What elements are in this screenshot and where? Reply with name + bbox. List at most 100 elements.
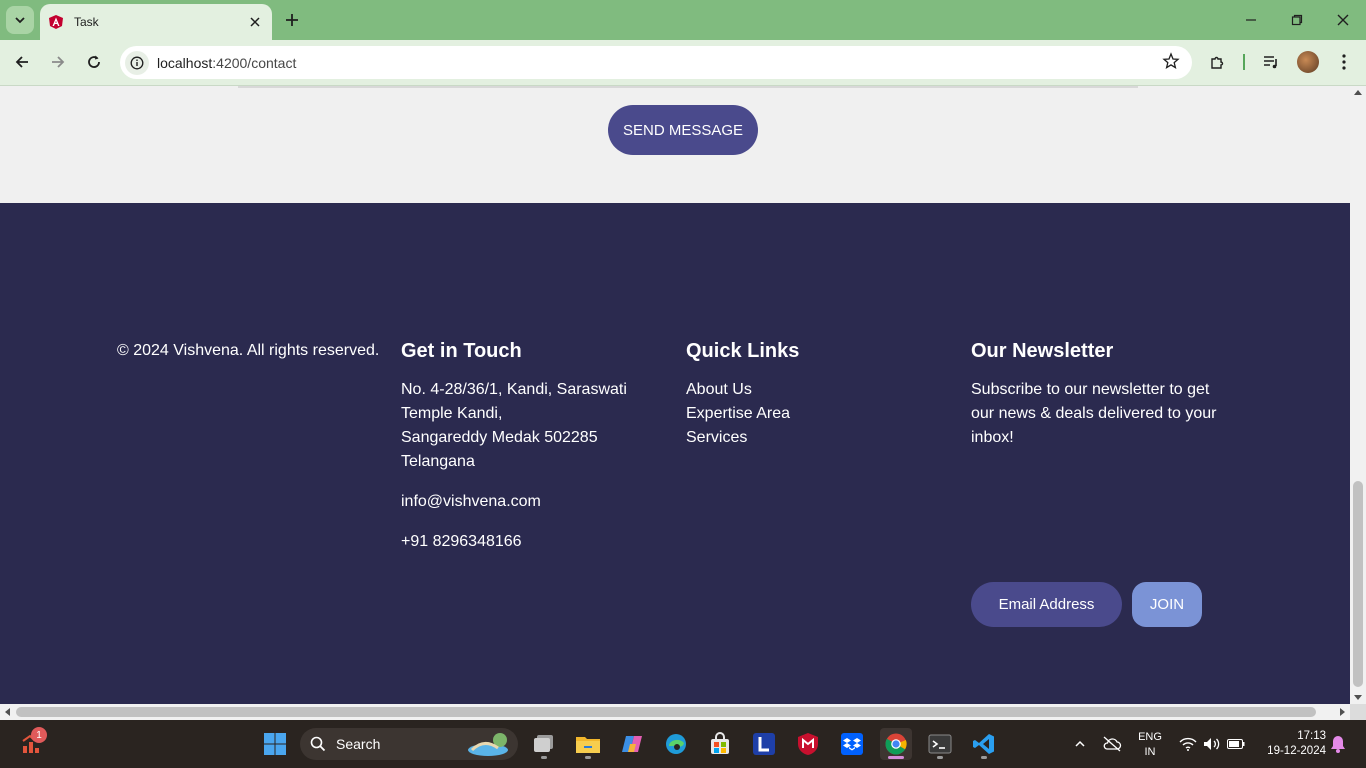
speaker-icon <box>1204 738 1220 750</box>
address-bar[interactable]: localhost:4200/contact <box>120 46 1192 79</box>
arrow-right-icon <box>52 56 65 68</box>
scroll-right-arrow-icon[interactable] <box>1340 708 1345 716</box>
scroll-left-arrow-icon[interactable] <box>5 708 10 716</box>
notification-center-button[interactable] <box>1326 728 1350 760</box>
taskbar-vscode[interactable] <box>968 728 1000 760</box>
site-footer: © 2024 Vishvena. All rights reserved. Ge… <box>0 203 1350 704</box>
taskbar-l-app[interactable] <box>748 728 780 760</box>
newsletter-form: Email Address JOIN <box>971 582 1202 627</box>
search-icon <box>310 736 326 752</box>
contact-form-section: SEND MESSAGE <box>0 86 1350 203</box>
windows-logo-icon <box>264 733 286 755</box>
tray-battery[interactable] <box>1220 728 1252 760</box>
clock-time: 17:13 <box>1297 730 1326 742</box>
contact-heading: Get in Touch <box>401 340 522 362</box>
plus-icon <box>286 14 298 26</box>
clock[interactable]: 17:13 19-12-2024 <box>1256 729 1326 759</box>
browser-tab[interactable]: Task <box>40 4 272 40</box>
taskbar-search[interactable]: Search <box>300 728 518 760</box>
newsletter-email-input[interactable]: Email Address <box>971 582 1122 627</box>
address-line: Sangareddy Medak 502285 <box>401 429 598 446</box>
restore-icon <box>1291 14 1303 26</box>
search-label: Search <box>336 736 381 752</box>
reload-button[interactable] <box>80 48 108 76</box>
tab-title: Task <box>74 15 99 29</box>
horizontal-scrollbar[interactable] <box>0 704 1350 720</box>
mcafee-shield-icon <box>798 733 818 755</box>
running-indicator <box>937 756 943 759</box>
contact-phone[interactable]: +91 8296348166 <box>401 530 641 554</box>
newsletter-heading: Our Newsletter <box>971 340 1114 362</box>
running-indicator <box>981 756 987 759</box>
back-button[interactable] <box>8 48 36 76</box>
newsletter-column: Our Newsletter Subscribe to our newslett… <box>971 340 1241 450</box>
tab-close-icon[interactable] <box>246 13 264 31</box>
vertical-scrollbar-thumb[interactable] <box>1353 481 1363 687</box>
newsletter-join-button[interactable]: JOIN <box>1132 582 1202 627</box>
link-expertise-area[interactable]: Expertise Area <box>686 402 926 426</box>
site-info-icon[interactable] <box>125 50 149 75</box>
task-view-icon <box>534 735 553 752</box>
store-bag-icon <box>711 732 729 754</box>
taskbar-edge[interactable] <box>660 728 692 760</box>
media-control-button[interactable] <box>1259 50 1283 74</box>
region-code: IN <box>1144 746 1156 758</box>
link-about-us[interactable]: About Us <box>686 378 926 402</box>
close-icon <box>1337 14 1349 26</box>
start-button[interactable] <box>259 728 291 760</box>
browser-tab-strip: Task <box>0 0 1366 40</box>
taskbar-dropbox[interactable] <box>836 728 868 760</box>
scroll-down-arrow-icon[interactable] <box>1354 695 1362 700</box>
taskbar-terminal[interactable] <box>924 728 956 760</box>
language-indicator[interactable]: ENG IN <box>1134 730 1166 760</box>
send-message-button[interactable]: SEND MESSAGE <box>608 105 758 155</box>
newsletter-description-line: inbox! <box>971 429 1014 446</box>
taskbar: 1 Search ENG IN 17:13 19-12-2024 <box>0 720 1366 768</box>
browser-menu-button[interactable] <box>1332 50 1356 74</box>
address-line: No. 4-28/36/1, Kandi, Saraswati <box>401 381 627 398</box>
forward-button[interactable] <box>44 48 72 76</box>
chrome-icon <box>885 733 907 755</box>
taskbar-task-view[interactable] <box>528 728 560 760</box>
clock-date: 19-12-2024 <box>1267 745 1326 757</box>
puzzle-icon <box>1211 56 1224 69</box>
url-text: localhost:4200/contact <box>157 54 297 71</box>
kebab-menu-icon <box>1342 54 1346 70</box>
extensions-button[interactable] <box>1206 50 1230 74</box>
chevron-up-icon <box>1075 740 1085 747</box>
chevron-down-icon <box>15 17 25 24</box>
media-queue-icon <box>1264 56 1277 69</box>
minimize-icon <box>1246 19 1256 21</box>
horizontal-scrollbar-thumb[interactable] <box>16 707 1316 717</box>
contact-email[interactable]: info@vishvena.com <box>401 490 641 514</box>
minimize-button[interactable] <box>1228 0 1274 40</box>
taskbar-copilot[interactable] <box>616 728 648 760</box>
browser-toolbar: localhost:4200/contact <box>0 40 1366 86</box>
tray-overflow-button[interactable] <box>1064 728 1096 760</box>
new-tab-button[interactable] <box>280 8 304 32</box>
newsletter-description-line: Subscribe to our newsletter to get <box>971 381 1210 398</box>
link-services[interactable]: Services <box>686 426 926 450</box>
quick-links-heading: Quick Links <box>686 340 800 362</box>
taskbar-file-explorer[interactable] <box>572 728 604 760</box>
tray-onedrive[interactable] <box>1096 728 1128 760</box>
close-window-button[interactable] <box>1320 0 1366 40</box>
copilot-icon <box>622 736 642 752</box>
terminal-icon <box>928 734 952 754</box>
taskbar-chrome[interactable] <box>880 728 912 760</box>
taskbar-mcafee[interactable] <box>792 728 824 760</box>
avatar <box>1297 51 1319 73</box>
edge-browser-icon <box>666 734 686 754</box>
profile-button[interactable] <box>1296 50 1320 74</box>
angular-logo-icon <box>49 15 63 29</box>
toolbar-divider <box>1236 50 1252 74</box>
scroll-up-arrow-icon[interactable] <box>1354 90 1362 95</box>
copyright-text: © 2024 Vishvena. All rights reserved. <box>117 342 380 359</box>
vertical-scrollbar[interactable] <box>1350 86 1366 704</box>
bookmark-star-icon[interactable] <box>1162 52 1180 75</box>
taskbar-microsoft-store[interactable] <box>704 728 736 760</box>
search-highlight-illustration-icon <box>468 733 508 756</box>
running-indicator <box>585 756 591 759</box>
tab-search-button[interactable] <box>6 6 34 34</box>
restore-button[interactable] <box>1274 0 1320 40</box>
